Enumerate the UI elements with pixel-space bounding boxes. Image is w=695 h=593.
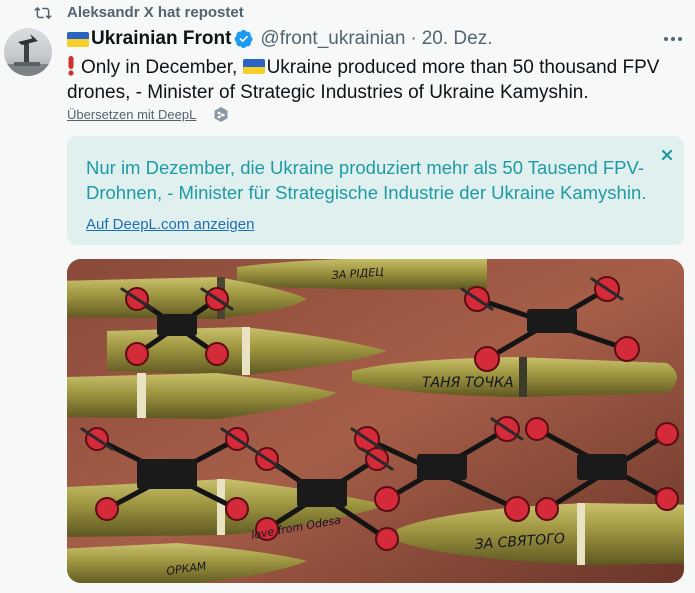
shell-inscription: ТАНЯ ТОЧКА [422,375,514,391]
repost-label[interactable]: Aleksandr X hat repostet [67,4,244,22]
verified-badge-icon[interactable] [234,29,254,49]
translated-text: Nur im Dezember, die Ukraine produziert … [86,157,647,203]
close-icon[interactable] [660,148,674,162]
author-name[interactable]: Ukrainian Front [91,27,231,51]
author-handle[interactable]: @front_ukrainian [260,27,405,51]
avatar[interactable] [4,28,52,76]
post-image[interactable]: ЗА РІДЕЦ ТАНЯ ТОЧКА love from Odesa ЗА С… [67,259,684,583]
more-options-icon[interactable] [662,30,684,48]
ukraine-flag-icon [242,59,265,74]
deepl-icon[interactable] [212,106,230,124]
post-date[interactable]: 20. Dez. [422,27,493,51]
translate-link[interactable]: Übersetzen mit DeepL [67,106,196,124]
post-text: Only in December, Ukraine produced more … [67,55,677,105]
ukraine-flag-icon [67,31,89,47]
post-header: Ukrainian Front @front_ukrainian · 20. D… [67,27,492,51]
post-text-part1: Only in December, [81,57,243,78]
header-separator: · [410,28,417,49]
repost-icon [34,6,52,20]
exclamation-icon [68,56,74,76]
open-deepl-link[interactable]: Auf DeepL.com anzeigen [86,215,254,235]
